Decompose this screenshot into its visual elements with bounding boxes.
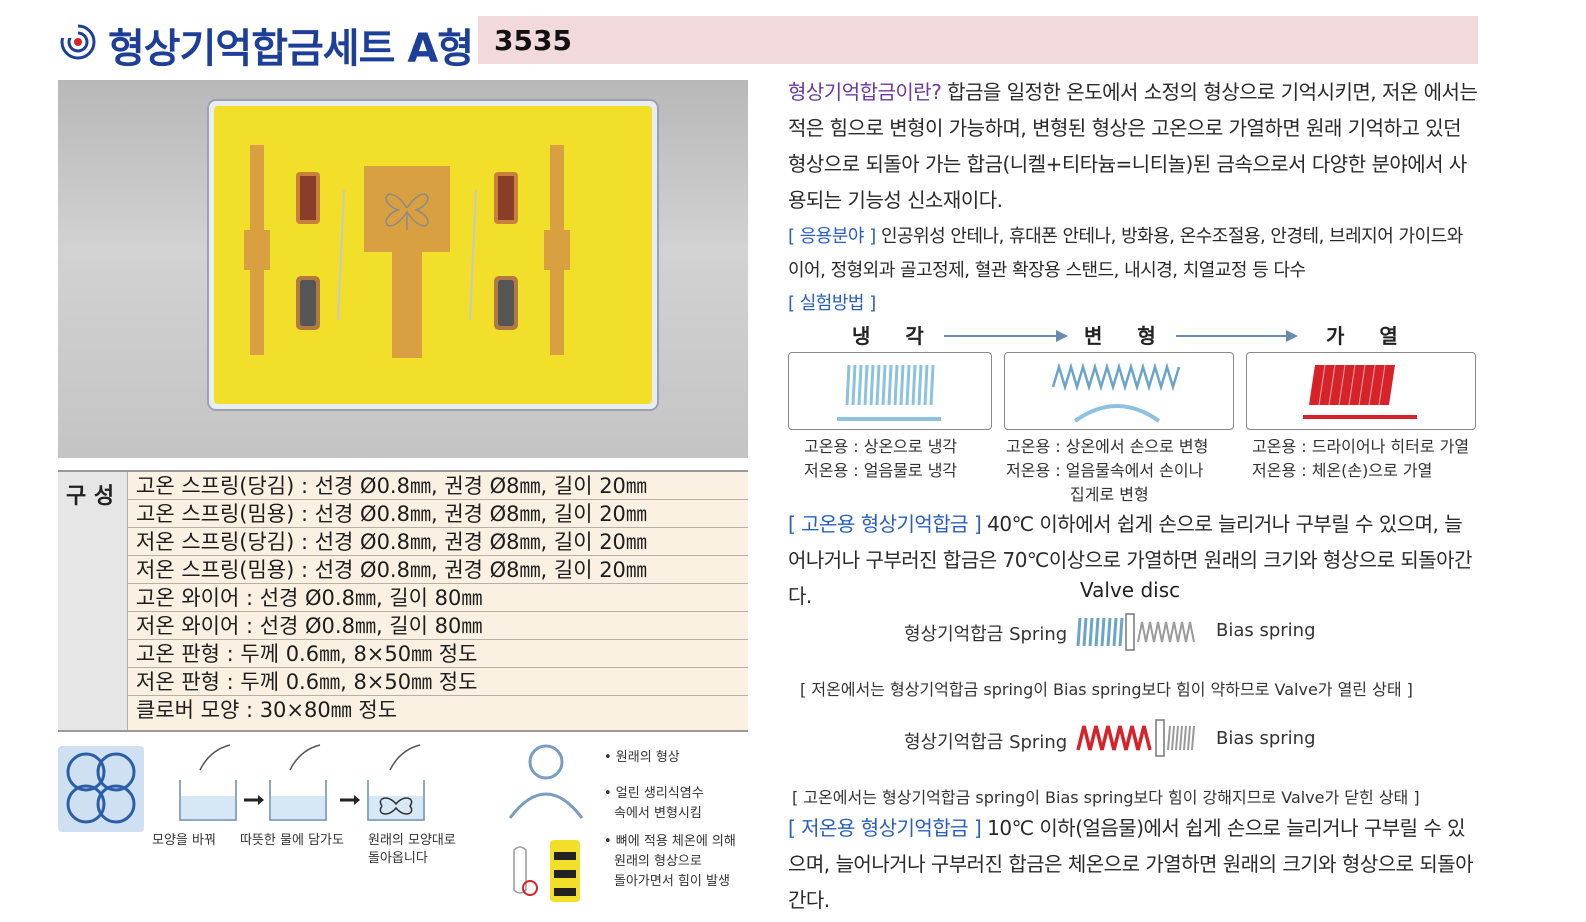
- deform-stage-box: [1004, 352, 1234, 430]
- valve-closed-sma-label: 형상기억합금 Spring: [904, 732, 1068, 753]
- step-caption-3a: 원래의 모양대로: [368, 833, 456, 848]
- composition-row: 저온 스프링(당김) : 선경 Ø0.8㎜, 권경 Ø8㎜, 길이 20㎜: [128, 528, 748, 556]
- valve-closed-bias-label: Bias spring: [1216, 728, 1316, 749]
- heat-stage-box: [1246, 352, 1476, 430]
- stage-heat: 가 열: [1326, 324, 1412, 348]
- step-caption-1: 모양을 바꿔: [152, 833, 216, 848]
- caption-deform-high: 고온용 : 상온에서 손으로 변형: [1006, 437, 1209, 456]
- composition-row: 고온 판형 : 두께 0.6㎜, 8×50㎜ 정도: [128, 640, 748, 668]
- composition-row: 고온 와이어 : 선경 Ø0.8㎜, 길이 80㎜: [128, 584, 748, 612]
- note-bone-2: 원래의 형상으로: [614, 854, 702, 869]
- caption-heat-low: 저온용 : 체온(손)으로 가열: [1252, 461, 1433, 480]
- composition-row: 저온 판형 : 두께 0.6㎜, 8×50㎜ 정도: [128, 668, 748, 696]
- caption-cool-low: 저온용 : 얼음물로 냉각: [804, 461, 958, 480]
- step-caption-3b: 돌아옵니다: [368, 851, 428, 866]
- composition-heading: 구 성: [66, 484, 115, 509]
- application-paragraph: [ 응용분야 ] 인공위성 안테나, 휴대폰 안테나, 방화용, 온수조절용, …: [788, 220, 1478, 288]
- valve-open-note: [ 저온에서는 형상기억합금 spring이 Bias spring보다 힘이 …: [800, 680, 1413, 699]
- caption-cool-high: 고온용 : 상온으로 냉각: [804, 437, 958, 456]
- note-bone-1: • 뼈에 적용 체온에 의해: [604, 834, 736, 849]
- product-code: 3535: [494, 24, 572, 57]
- cool-stage-box: [788, 352, 992, 430]
- application-text: 인공위성 안테나, 휴대폰 안테나, 방화용, 온수조절용, 안경테, 브레지어…: [788, 226, 1463, 281]
- method-label-row: [ 실험방법 ]: [788, 288, 1478, 320]
- method-label: [ 실험방법 ]: [788, 293, 876, 314]
- medical-illustration: [508, 744, 584, 902]
- stage-cool: 냉 각: [852, 324, 938, 348]
- stretched-spring-icon: [1051, 362, 1181, 423]
- composition-rows: 고온 스프링(당김) : 선경 Ø0.8㎜, 권경 Ø8㎜, 길이 20㎜ 고온…: [128, 472, 748, 730]
- clover-shape-box: [58, 746, 144, 832]
- stage-arrows-icon: [944, 330, 1298, 342]
- composition-row: 클로버 모양 : 30×80㎜ 정도: [136, 698, 398, 722]
- note-original-shape: • 원래의 형상: [604, 750, 680, 765]
- low-temp-label: [ 저온용 형상기억합금 ]: [788, 816, 982, 840]
- valve-open-bias-label: Bias spring: [1216, 620, 1316, 641]
- caption-deform-low-2: 집게로 변형: [1070, 485, 1149, 504]
- note-bone-3: 돌아가면서 힘이 발생: [614, 874, 730, 889]
- beaker-steps-illustration: [179, 744, 425, 821]
- heated-spring-icon: [1303, 364, 1417, 419]
- header: 형상기억합금세트 A형 3535: [60, 14, 1480, 72]
- shape-memory-steps: 모양을 바꿔 따뜻한 물에 담가도 원래의 모양대로 돌아옵니다: [150, 740, 490, 880]
- product-code-bar: 3535: [478, 16, 1478, 64]
- note-frozen-saline-1: • 얼린 생리식염수: [604, 786, 704, 801]
- composition-row: 저온 스프링(밈용) : 선경 Ø0.8㎜, 권경 Ø8㎜, 길이 20㎜: [128, 556, 748, 584]
- note-frozen-saline-2: 속에서 변형시킴: [614, 806, 702, 821]
- composition-row: 저온 와이어 : 선경 Ø0.8㎜, 길이 80㎜: [128, 612, 748, 640]
- step-caption-2: 따뜻한 물에 담가도: [240, 833, 344, 848]
- product-tray-illustration: [207, 99, 659, 411]
- page-title: 형상기억합금세트 A형: [108, 26, 474, 72]
- composition-row: 고온 스프링(밈용) : 선경 Ø0.8㎜, 권경 Ø8㎜, 길이 20㎜: [128, 500, 748, 528]
- valve-open-springs-icon: [1076, 613, 1195, 651]
- valve-title: Valve disc: [1080, 578, 1181, 602]
- valve-closed-springs-icon: [1076, 719, 1195, 757]
- medical-application-figure: [500, 740, 600, 910]
- application-label: [ 응용분야 ]: [788, 226, 876, 247]
- clover-icon: [66, 752, 136, 824]
- valve-closed-note: [ 고온에서는 형상기억합금 spring이 Bias spring보다 힘이 …: [792, 788, 1420, 807]
- composition-table: 구 성 고온 스프링(당김) : 선경 Ø0.8㎜, 권경 Ø8㎜, 길이 20…: [58, 470, 748, 732]
- high-temp-label: [ 고온용 형상기억합금 ]: [788, 512, 982, 536]
- intro-term: 형상기억합금이란?: [788, 80, 942, 104]
- valve-open-sma-label: 형상기억합금 Spring: [904, 624, 1068, 645]
- composition-heading-cell: 구 성: [58, 472, 128, 730]
- intro-paragraph: 형상기억합금이란? 합금을 일정한 온도에서 소정의 형상으로 기억시키면, 저…: [788, 74, 1478, 218]
- composition-row: 고온 스프링(당김) : 선경 Ø0.8㎜, 권경 Ø8㎜, 길이 20㎜: [128, 472, 748, 500]
- low-temp-paragraph: [ 저온용 형상기억합금 ] 10℃ 이하(얼음물)에서 쉽게 손으로 늘리거나…: [788, 810, 1478, 918]
- product-photo: [58, 80, 748, 458]
- caption-deform-low: 저온용 : 얼음물속에서 손이나: [1006, 461, 1204, 480]
- cooled-spring-icon: [837, 364, 941, 421]
- caption-heat-high: 고온용 : 드라이어나 히터로 가열: [1252, 437, 1470, 456]
- target-logo-icon: [60, 24, 96, 60]
